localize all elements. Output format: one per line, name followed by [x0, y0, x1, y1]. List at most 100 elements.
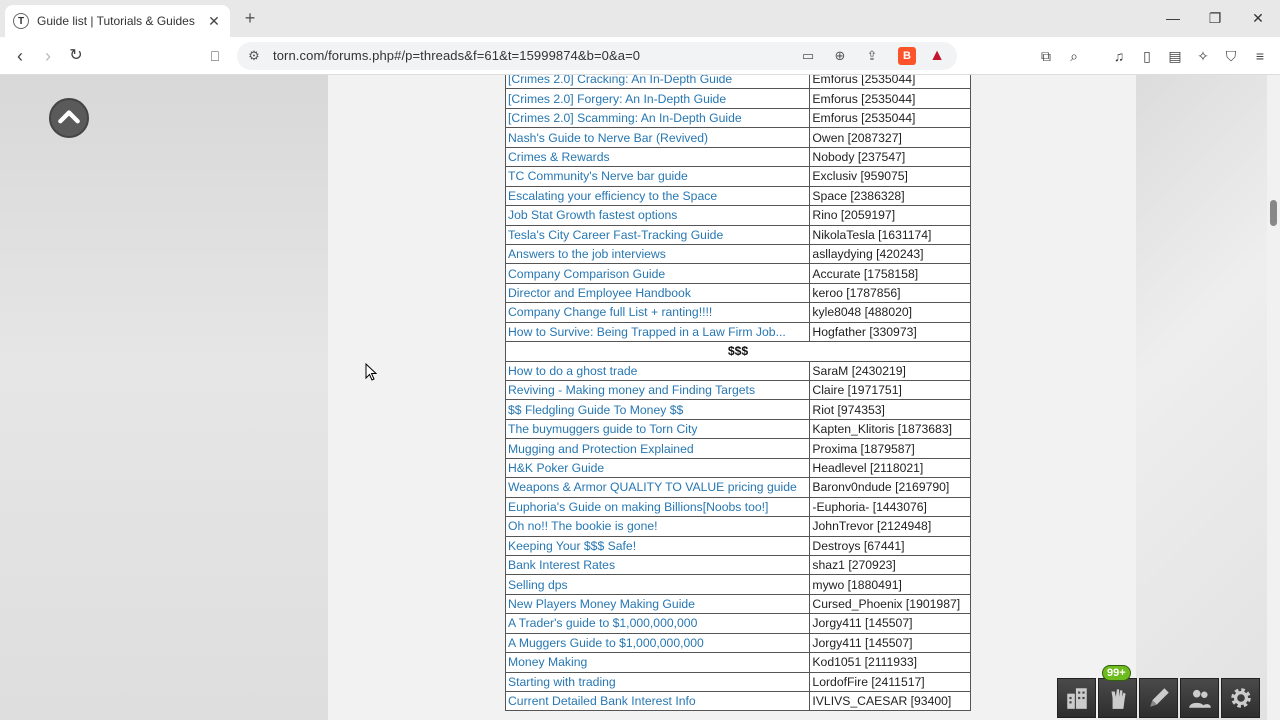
- guide-title-link[interactable]: New Players Money Making Guide: [504, 593, 811, 615]
- guide-author[interactable]: Rino [2059197]: [809, 205, 971, 226]
- guide-title-link[interactable]: Money Making: [504, 652, 811, 673]
- guide-title-link[interactable]: Oh no!! The bookie is gone!: [504, 516, 811, 537]
- city-button[interactable]: [1057, 678, 1096, 718]
- guide-title-link[interactable]: Reviving - Making money and Finding Targ…: [504, 379, 811, 401]
- guide-title-link[interactable]: Keeping Your $$$ Safe!: [504, 535, 811, 556]
- reload-button[interactable]: ↻: [65, 45, 87, 67]
- guide-author[interactable]: Emforus [2535044]: [809, 107, 971, 129]
- guide-author[interactable]: Riot [974353]: [809, 399, 971, 420]
- guide-author[interactable]: Proxima [1879587]: [809, 438, 971, 459]
- menu-icon[interactable]: ≡: [1250, 46, 1270, 66]
- guide-author[interactable]: -Euphoria- [1443076]: [809, 496, 971, 518]
- guide-title-link[interactable]: Director and Employee Handbook: [504, 282, 811, 304]
- guide-author[interactable]: Jorgy411 [145507]: [809, 632, 971, 654]
- browser-tab[interactable]: T Guide list | Tutorials & Guides | T ✕: [5, 5, 230, 37]
- guide-title-link[interactable]: Bank Interest Rates: [504, 554, 811, 576]
- vpn-icon[interactable]: ⛉: [1221, 46, 1241, 66]
- guide-author[interactable]: mywo [1880491]: [809, 574, 971, 595]
- guide-author[interactable]: Exclusiv [959075]: [809, 166, 971, 187]
- wallet-icon[interactable]: ▤: [1165, 46, 1185, 66]
- site-settings-icon[interactable]: ⚙: [245, 47, 263, 65]
- brave-shields-icon[interactable]: B: [898, 47, 916, 65]
- guide-author[interactable]: Headlevel [2118021]: [809, 457, 971, 479]
- guide-author[interactable]: shaz1 [270923]: [809, 554, 971, 576]
- bookmark-icon[interactable]: ⎕: [204, 45, 226, 67]
- guide-author[interactable]: Baronv0ndude [2169790]: [809, 477, 971, 498]
- scrollbar-thumb[interactable]: [1270, 200, 1277, 226]
- cast-icon[interactable]: ▭: [799, 47, 817, 65]
- guide-author[interactable]: Emforus [2535044]: [809, 88, 971, 109]
- guide-author[interactable]: LordofFire [2411517]: [809, 671, 971, 693]
- leo-ai-icon[interactable]: ✧: [1193, 46, 1213, 66]
- faction-button[interactable]: [1098, 678, 1137, 718]
- guide-title-link[interactable]: Company Comparison Guide: [504, 263, 811, 284]
- forums-button[interactable]: [1139, 678, 1178, 718]
- guide-author[interactable]: JohnTrevor [2124948]: [809, 516, 971, 537]
- address-bar[interactable]: ⚙ torn.com/forums.php#/p=threads&f=61&t=…: [237, 42, 957, 70]
- guide-title-link[interactable]: Weapons & Armor QUALITY TO VALUE pricing…: [504, 477, 811, 498]
- tab-search-icon[interactable]: ⌕: [1064, 46, 1084, 66]
- guide-title-link[interactable]: [Crimes 2.0] Scamming: An In-Depth Guide: [504, 107, 811, 129]
- guide-author[interactable]: SaraM [2430219]: [809, 360, 971, 382]
- guide-title-link[interactable]: Answers to the job interviews: [504, 243, 811, 265]
- guide-title-link[interactable]: Mugging and Protection Explained: [504, 438, 811, 459]
- sidebar-icon[interactable]: ▯: [1137, 46, 1157, 66]
- new-tab-button[interactable]: +: [240, 8, 260, 28]
- guide-author[interactable]: Jorgy411 [145507]: [809, 613, 971, 634]
- guide-author[interactable]: Emforus [2535044]: [809, 75, 971, 90]
- settings-button[interactable]: [1221, 678, 1260, 718]
- guide-title-link[interactable]: Euphoria's Guide on making Billions[Noob…: [504, 496, 811, 518]
- guide-title-link[interactable]: A Trader's guide to $1,000,000,000: [504, 613, 811, 634]
- guide-title-link[interactable]: Tesla's City Career Fast-Tracking Guide: [504, 224, 811, 245]
- guide-title-link[interactable]: A Muggers Guide to $1,000,000,000: [504, 632, 811, 654]
- guide-author[interactable]: Kod1051 [2111933]: [809, 652, 971, 673]
- media-icon[interactable]: ♫: [1109, 46, 1129, 66]
- guide-author[interactable]: Owen [2087327]: [809, 127, 971, 148]
- guide-title-link[interactable]: $$ Fledgling Guide To Money $$: [504, 399, 811, 420]
- guide-title-link[interactable]: How to Survive: Being Trapped in a Law F…: [504, 321, 811, 343]
- scrollbar[interactable]: [1267, 75, 1280, 720]
- guide-author[interactable]: kyle8048 [488020]: [809, 302, 971, 323]
- restore-button[interactable]: ❐: [1205, 8, 1225, 28]
- guide-author[interactable]: Space [2386328]: [809, 185, 971, 207]
- friends-button[interactable]: [1180, 678, 1219, 718]
- tab-close-icon[interactable]: ✕: [206, 13, 222, 30]
- guide-title-link[interactable]: Job Stat Growth fastest options: [504, 205, 811, 226]
- guide-title-link[interactable]: The buymuggers guide to Torn City: [504, 418, 811, 440]
- share-icon[interactable]: ⇪: [863, 47, 881, 65]
- close-window-button[interactable]: ✕: [1248, 8, 1268, 28]
- guide-author[interactable]: IVLIVS_CAESAR [93400]: [809, 690, 971, 712]
- minimize-button[interactable]: —: [1163, 8, 1183, 28]
- scroll-to-top-button[interactable]: [49, 98, 89, 138]
- guide-author[interactable]: Destroys [67441]: [809, 535, 971, 556]
- guide-author[interactable]: Hogfather [330973]: [809, 321, 971, 343]
- guide-title-link[interactable]: Crimes & Rewards: [504, 146, 811, 168]
- guide-title-link[interactable]: Current Detailed Bank Interest Info: [504, 690, 811, 712]
- guide-author[interactable]: Cursed_Phoenix [1901987]: [809, 593, 971, 615]
- brave-rewards-icon[interactable]: ▲: [928, 47, 946, 65]
- guide-title-link[interactable]: Company Change full List + ranting!!!!: [504, 302, 811, 323]
- guide-title-link[interactable]: [Crimes 2.0] Cracking: An In-Depth Guide: [504, 75, 811, 90]
- guide-author[interactable]: Nobody [237547]: [809, 146, 971, 168]
- extensions-icon[interactable]: ⧉: [1036, 46, 1056, 66]
- guide-title-link[interactable]: How to do a ghost trade: [504, 360, 811, 382]
- guide-author[interactable]: Kapten_Klitoris [1873683]: [809, 418, 971, 440]
- back-button[interactable]: ‹: [9, 45, 31, 67]
- guide-title-link[interactable]: Nash's Guide to Nerve Bar (Revived): [504, 127, 811, 148]
- guide-author[interactable]: Accurate [1758158]: [809, 263, 971, 284]
- guide-author[interactable]: keroo [1787856]: [809, 282, 971, 304]
- guide-title-link[interactable]: H&K Poker Guide: [504, 457, 811, 479]
- guide-author[interactable]: NikolaTesla [1631174]: [809, 224, 971, 245]
- guide-title-link[interactable]: Starting with trading: [504, 671, 811, 693]
- url-text[interactable]: torn.com/forums.php#/p=threads&f=61&t=15…: [273, 48, 640, 63]
- tab-title: Guide list | Tutorials & Guides | T: [37, 14, 197, 28]
- zoom-icon[interactable]: ⊕: [831, 47, 849, 65]
- guide-title-link[interactable]: [Crimes 2.0] Forgery: An In-Depth Guide: [504, 88, 811, 109]
- guide-title-link[interactable]: Selling dps: [504, 574, 811, 595]
- guide-author[interactable]: Claire [1971751]: [809, 379, 971, 401]
- guide-title-link[interactable]: Escalating your efficiency to the Space: [504, 185, 811, 207]
- forward-button[interactable]: ›: [37, 45, 59, 67]
- guide-row: Euphoria's Guide on making Billions[Noob…: [504, 496, 971, 518]
- guide-title-link[interactable]: TC Community's Nerve bar guide: [504, 166, 811, 187]
- guide-author[interactable]: asllaydying [420243]: [809, 243, 971, 265]
